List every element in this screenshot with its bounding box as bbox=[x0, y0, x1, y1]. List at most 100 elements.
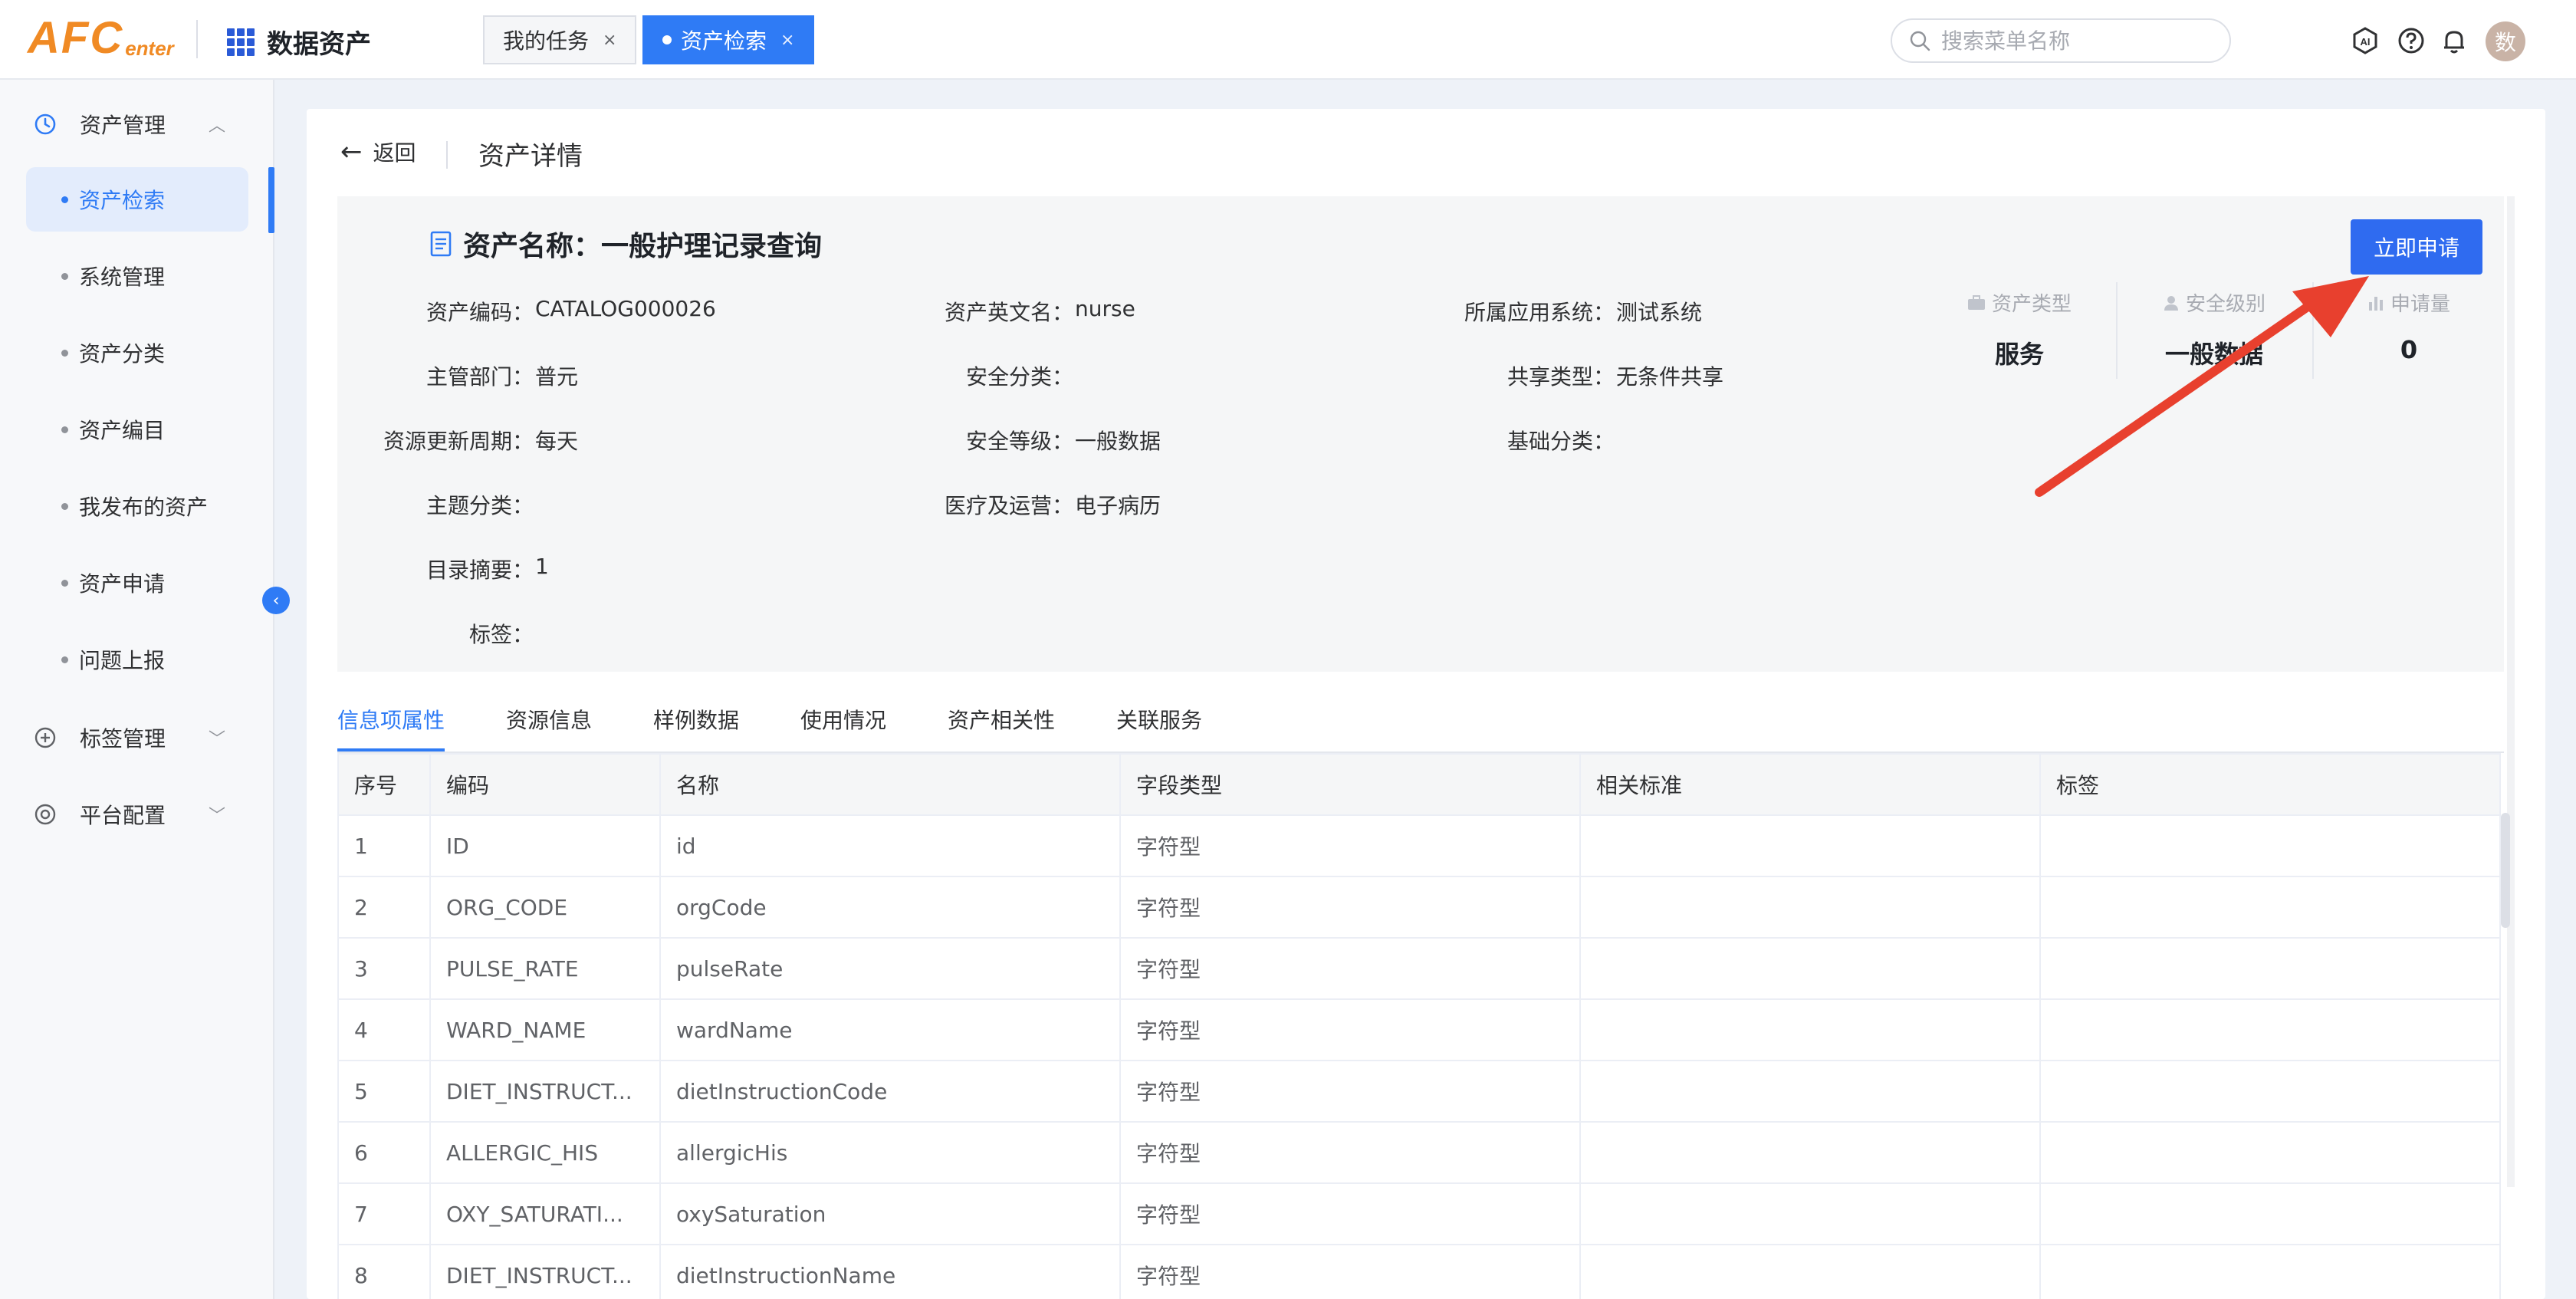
bullet-icon bbox=[61, 349, 68, 357]
sidebar-item-asset-classification[interactable]: 资产分类 bbox=[26, 321, 248, 385]
menu-group-label: 标签管理 bbox=[80, 726, 166, 751]
bullet-icon bbox=[61, 426, 68, 433]
table-cell: orgCode bbox=[659, 876, 1121, 939]
bullet-icon bbox=[61, 196, 68, 203]
menu-group-tag-management[interactable]: 标签管理 ﹀ bbox=[0, 715, 274, 761]
sidebar-item-system-management[interactable]: 系统管理 bbox=[26, 244, 248, 308]
page-scrollbar[interactable] bbox=[2507, 196, 2515, 1187]
logo-subtext: enter bbox=[125, 37, 174, 60]
table-cell bbox=[2039, 1121, 2501, 1184]
arrow-left-icon: ← bbox=[340, 136, 363, 167]
table-cell: dietInstructionCode bbox=[659, 1060, 1121, 1123]
table-row: 5 DIET_INSTRUCT... dietInstructionCode 字… bbox=[337, 1060, 2501, 1123]
table-cell bbox=[1579, 1121, 2041, 1184]
avatar[interactable]: 数 bbox=[2486, 21, 2525, 61]
menu-group-label: 平台配置 bbox=[80, 803, 166, 828]
tab-asset-search[interactable]: 资产检索 × bbox=[642, 15, 815, 64]
field-value: CATALOG000026 bbox=[535, 296, 716, 321]
table-cell: 3 bbox=[337, 937, 431, 1000]
table-cell bbox=[1579, 1182, 2041, 1245]
table-cell: 字符型 bbox=[1119, 998, 1581, 1061]
sidebar-item-label: 资产检索 bbox=[79, 188, 166, 213]
info-items-table: 序号 编码 名称 字段类型 相关标准 标签 1 ID id 字符型 2 ORG_… bbox=[337, 753, 2501, 1299]
sidebar-item-asset-search[interactable]: 资产检索 bbox=[26, 167, 248, 232]
apply-now-button[interactable]: 立即申请 bbox=[2351, 219, 2482, 275]
table-row: 2 ORG_CODE orgCode 字符型 bbox=[337, 876, 2501, 939]
tab-sample-data[interactable]: 样例数据 bbox=[653, 704, 739, 735]
tab-resource-info[interactable]: 资源信息 bbox=[506, 704, 592, 735]
logo[interactable]: AFC enter bbox=[28, 14, 174, 63]
tab-my-tasks[interactable]: 我的任务 × bbox=[483, 15, 637, 64]
tab-label: 我的任务 bbox=[503, 28, 590, 54]
document-icon bbox=[430, 231, 452, 257]
tab-related-services[interactable]: 关联服务 bbox=[1116, 704, 1202, 735]
table-cell: DIET_INSTRUCT... bbox=[429, 1060, 661, 1123]
close-icon[interactable]: × bbox=[603, 31, 616, 50]
table-cell: 字符型 bbox=[1119, 1060, 1581, 1123]
table-cell bbox=[1579, 814, 2041, 877]
target-icon bbox=[32, 801, 58, 827]
briefcase-icon bbox=[1967, 294, 1985, 310]
app-switcher[interactable]: 数据资产 bbox=[227, 23, 371, 61]
tab-usage[interactable]: 使用情况 bbox=[800, 704, 886, 735]
table-row: 8 DIET_INSTRUCT... dietInstructionName 字… bbox=[337, 1244, 2501, 1299]
table-row: 3 PULSE_RATE pulseRate 字符型 bbox=[337, 937, 2501, 1000]
table-cell bbox=[1579, 998, 2041, 1061]
stat-title: 申请量 bbox=[2390, 293, 2450, 316]
search-input[interactable] bbox=[1941, 28, 2217, 54]
menu-search[interactable] bbox=[1891, 18, 2231, 63]
table-cell bbox=[2039, 937, 2501, 1000]
close-icon[interactable]: × bbox=[780, 31, 794, 50]
tab-info-attributes[interactable]: 信息项属性 bbox=[337, 704, 445, 735]
sidebar-item-issue-report[interactable]: 问题上报 bbox=[26, 627, 248, 692]
sidebar-item-label: 资产申请 bbox=[79, 571, 166, 597]
table-cell: 字符型 bbox=[1119, 814, 1581, 877]
table-scrollbar-thumb[interactable] bbox=[2501, 813, 2510, 928]
table-cell: ALLERGIC_HIS bbox=[429, 1121, 661, 1184]
table-cell: ID bbox=[429, 814, 661, 877]
back-button[interactable]: ← 返回 bbox=[340, 136, 416, 167]
field-label: 所属应用系统： bbox=[1464, 300, 1615, 325]
stat-title: 资产类型 bbox=[1991, 293, 2072, 316]
table-cell: WARD_NAME bbox=[429, 998, 661, 1061]
field-value: 无条件共享 bbox=[1616, 364, 1724, 390]
table-cell bbox=[2039, 1244, 2501, 1299]
menu-group-platform-config[interactable]: 平台配置 ﹀ bbox=[0, 791, 274, 837]
bullet-icon bbox=[61, 502, 68, 510]
field-label: 资产编码： bbox=[426, 300, 534, 325]
column-header: 标签 bbox=[2039, 753, 2501, 816]
asset-info-panel bbox=[337, 196, 2504, 672]
ai-icon[interactable]: AI bbox=[2351, 26, 2380, 55]
table-cell bbox=[2039, 814, 2501, 877]
sidebar-item-asset-application[interactable]: 资产申请 bbox=[26, 551, 248, 615]
table-header-row: 序号 编码 名称 字段类型 相关标准 标签 bbox=[337, 753, 2501, 816]
table-cell bbox=[2039, 876, 2501, 939]
help-icon[interactable] bbox=[2397, 26, 2426, 55]
table-cell: id bbox=[659, 814, 1121, 877]
sidebar-item-label: 资产分类 bbox=[79, 341, 166, 367]
column-header: 编码 bbox=[429, 753, 661, 816]
chevron-down-icon: ﹀ bbox=[209, 730, 226, 749]
table-cell: dietInstructionName bbox=[659, 1244, 1121, 1299]
sidebar-item-asset-cataloging[interactable]: 资产编目 bbox=[26, 397, 248, 462]
menu-group-asset-management[interactable]: 资产管理 ︿ bbox=[0, 101, 274, 147]
field-label: 基础分类： bbox=[1506, 429, 1615, 454]
column-header: 名称 bbox=[659, 753, 1121, 816]
sidebar-collapse-button[interactable]: ‹ bbox=[262, 587, 290, 614]
table-row: 4 WARD_NAME wardName 字符型 bbox=[337, 998, 2501, 1061]
field-label: 资产英文名： bbox=[944, 300, 1073, 325]
tab-asset-correlation[interactable]: 资产相关性 bbox=[948, 704, 1055, 735]
top-bar: AFC enter 数据资产 我的任务 × 资产检索 × AI 数 bbox=[0, 0, 2576, 80]
sidebar-item-my-published-assets[interactable]: 我发布的资产 bbox=[26, 474, 248, 538]
field-value: nurse bbox=[1075, 296, 1135, 321]
table-cell: 1 bbox=[337, 814, 431, 877]
field-label: 资源更新周期： bbox=[383, 429, 534, 454]
field-label: 目录摘要： bbox=[426, 557, 534, 583]
sidebar-item-label: 资产编目 bbox=[79, 418, 166, 443]
bullet-icon bbox=[61, 656, 68, 663]
app-title: 数据资产 bbox=[267, 29, 371, 60]
asset-name-label: 资产名称： bbox=[463, 231, 602, 262]
bell-icon[interactable] bbox=[2440, 26, 2469, 55]
apps-grid-icon bbox=[227, 28, 255, 56]
table-cell: 字符型 bbox=[1119, 1182, 1581, 1245]
